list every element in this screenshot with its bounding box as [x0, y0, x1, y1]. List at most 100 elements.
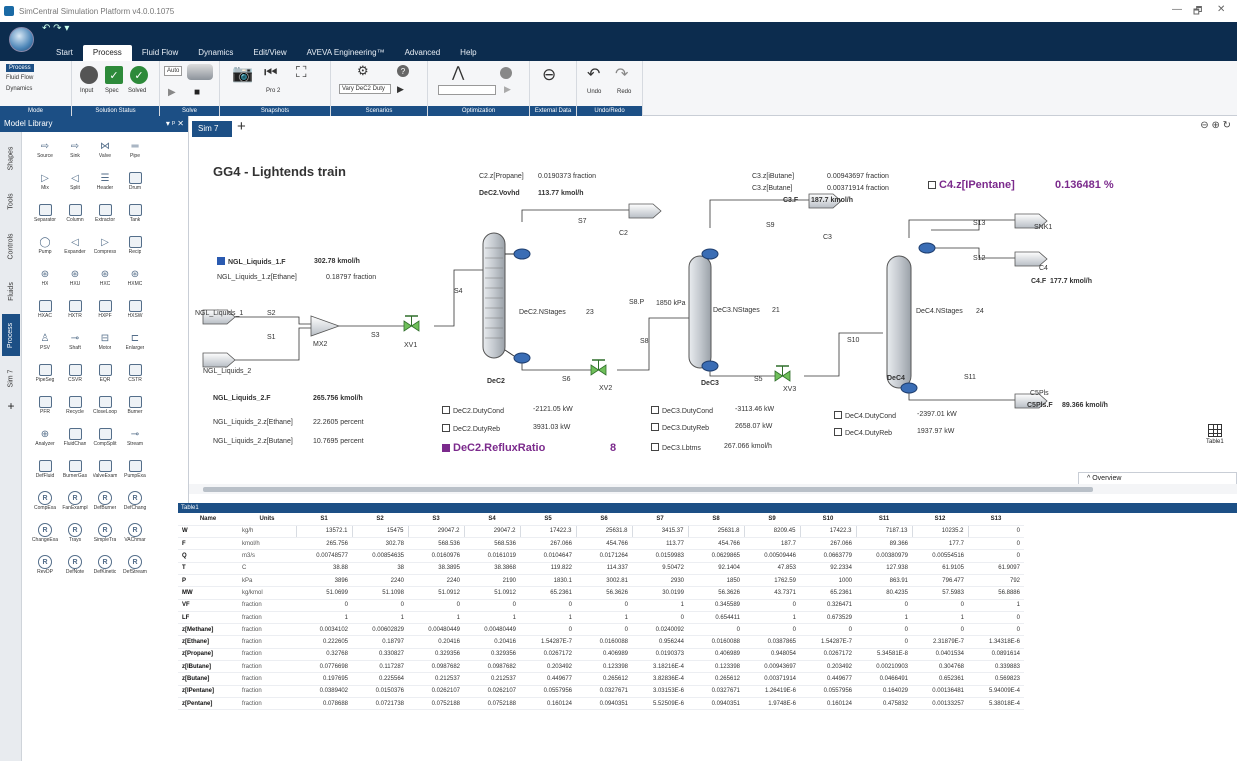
table-cell[interactable]: 0.0776698: [296, 660, 352, 674]
auto-switch-icon[interactable]: [187, 64, 213, 80]
table-cell[interactable]: 0.0161019: [464, 549, 520, 563]
redo-button[interactable]: Redo: [617, 89, 631, 95]
table-cell[interactable]: 0.20416: [408, 635, 464, 649]
table-cell[interactable]: 51.0699: [296, 586, 352, 600]
table-cell[interactable]: 43.7371: [744, 586, 800, 600]
tab-aveva-engineering[interactable]: AVEVA Engineering™: [297, 45, 395, 61]
table-cell[interactable]: 7187.13: [855, 524, 912, 539]
table-cell[interactable]: 0.00509446: [744, 549, 800, 563]
table-cell[interactable]: 0.18797: [352, 635, 408, 649]
optimization-status-icon[interactable]: [500, 67, 512, 79]
library-item-compexa[interactable]: R CompExa: [30, 488, 60, 520]
ngl1-flow-readout[interactable]: NGL_Liquids_1.F: [217, 257, 286, 266]
table-cell[interactable]: 65.2361: [520, 586, 576, 600]
library-item-split[interactable]: ◁ Split: [60, 168, 90, 200]
table-cell[interactable]: 0.00136481: [912, 685, 968, 698]
close-button[interactable]: ✕: [1217, 4, 1225, 15]
table-cell[interactable]: 3002.81: [576, 574, 632, 588]
table-cell[interactable]: 114.337: [576, 562, 632, 575]
table-cell[interactable]: 0.203492: [800, 660, 856, 674]
table-cell[interactable]: 61.9097: [968, 562, 1024, 575]
table-cell[interactable]: 0.673529: [800, 611, 856, 625]
table-cell[interactable]: 0.406989: [688, 648, 744, 662]
table-cell[interactable]: 0: [856, 623, 912, 637]
snapshot-manager-icon[interactable]: ⛶: [296, 64, 307, 81]
table-cell[interactable]: 0.265612: [688, 672, 744, 686]
column-dec4[interactable]: [886, 242, 936, 394]
ngl1-checkbox[interactable]: [217, 257, 225, 265]
library-item-valve[interactable]: ⋈ Valve: [90, 136, 120, 168]
table-cell[interactable]: 0.0663779: [800, 549, 856, 563]
table-cell[interactable]: 5.38018E-4: [968, 697, 1024, 711]
library-item-hxsw[interactable]: HXSW: [120, 296, 150, 328]
table-cell[interactable]: 0.265612: [576, 672, 632, 686]
table-cell[interactable]: 1: [912, 611, 968, 625]
table-cell[interactable]: 17422.3: [799, 524, 856, 539]
table-cell[interactable]: 9.50472: [632, 562, 688, 575]
table-cell[interactable]: 38: [352, 562, 408, 575]
table-cell[interactable]: 0.00371914: [744, 672, 800, 686]
column-dec2[interactable]: [482, 232, 531, 364]
library-item-hxpf[interactable]: HXPF: [90, 296, 120, 328]
table-cell[interactable]: 8209.45: [743, 524, 800, 539]
table-cell[interactable]: 0.330827: [352, 648, 408, 662]
table-cell[interactable]: 0.00133257: [912, 697, 968, 711]
library-item-vachmar[interactable]: R VAChmar: [120, 520, 150, 552]
table-cell[interactable]: 0: [352, 599, 408, 612]
side-tab-shapes[interactable]: Shapes: [2, 138, 20, 178]
table-cell[interactable]: 0.0240092: [632, 623, 688, 637]
library-item-recip[interactable]: Recip: [120, 232, 150, 264]
table-cell[interactable]: 0.0327671: [576, 685, 632, 698]
table-cell[interactable]: 61.9105: [912, 562, 968, 575]
table-cell[interactable]: 5.52509E-6: [632, 697, 688, 711]
dec3-dutycond-checkbox[interactable]: [651, 406, 659, 414]
table-cell[interactable]: 0.0401534: [912, 648, 968, 662]
table-cell[interactable]: 0.449677: [520, 672, 576, 686]
source-ngl2-arrow[interactable]: [202, 352, 236, 368]
table-cell[interactable]: 1762.59: [744, 574, 800, 588]
side-tab-controls[interactable]: Controls: [2, 224, 20, 268]
table-cell[interactable]: 1: [576, 611, 632, 625]
table-cell[interactable]: 0.0327671: [688, 685, 744, 698]
table-cell[interactable]: 0.569823: [968, 672, 1024, 686]
table-cell[interactable]: 1: [520, 611, 576, 625]
dec3-dutycond-readout[interactable]: DeC3.DutyCond: [651, 406, 713, 415]
valve-xv1[interactable]: [403, 315, 420, 332]
dec2-dutycond-checkbox[interactable]: [442, 406, 450, 414]
table-cell[interactable]: 1.34318E-6: [968, 635, 1024, 649]
table-cell[interactable]: 2240: [408, 574, 464, 588]
dec3-dutyreb-checkbox[interactable]: [651, 423, 659, 431]
restore-snapshot-icon[interactable]: ⏮: [264, 64, 278, 81]
table-cell[interactable]: 0: [967, 524, 1024, 539]
table-cell[interactable]: 1: [464, 611, 520, 625]
table-cell[interactable]: 0: [856, 599, 912, 612]
application-menu-button[interactable]: [9, 27, 34, 52]
table-cell[interactable]: 0.123398: [688, 660, 744, 674]
sink-c2-arrow[interactable]: [628, 203, 662, 219]
tab-help[interactable]: Help: [450, 45, 486, 61]
library-item-trays[interactable]: R Trays: [60, 520, 90, 552]
redo-icon[interactable]: ↷: [615, 64, 628, 84]
table-cell[interactable]: 89.366: [856, 537, 912, 551]
table-cell[interactable]: 0: [632, 611, 688, 625]
table-cell[interactable]: 25631.8: [575, 524, 632, 539]
table-cell[interactable]: 0.0160088: [688, 635, 744, 649]
table-cell[interactable]: 3.18216E-4: [632, 660, 688, 674]
library-item-pumpexa[interactable]: PumpExa: [120, 456, 150, 488]
table-cell[interactable]: 2190: [464, 574, 520, 588]
table-cell[interactable]: 0.0891614: [968, 648, 1024, 662]
table-cell[interactable]: 0: [968, 549, 1024, 563]
table-cell[interactable]: 0.0262107: [408, 685, 464, 698]
table-cell[interactable]: 0.20416: [464, 635, 520, 649]
side-tab-fluids[interactable]: Fluids: [2, 274, 20, 308]
table-cell[interactable]: 0.0171264: [576, 549, 632, 563]
mode-dynamics-button[interactable]: Dynamics: [6, 86, 32, 92]
library-item-burnergas[interactable]: BurnerGas: [60, 456, 90, 488]
library-item-pipeseg[interactable]: PipeSeg: [30, 360, 60, 392]
table-cell[interactable]: 0.0159983: [632, 549, 688, 563]
table-cell[interactable]: 0.339883: [968, 660, 1024, 674]
table-cell[interactable]: 0.329356: [464, 648, 520, 662]
table-cell[interactable]: 0: [744, 599, 800, 612]
table-cell[interactable]: 1830.1: [520, 574, 576, 588]
table-cell[interactable]: 0: [408, 599, 464, 612]
